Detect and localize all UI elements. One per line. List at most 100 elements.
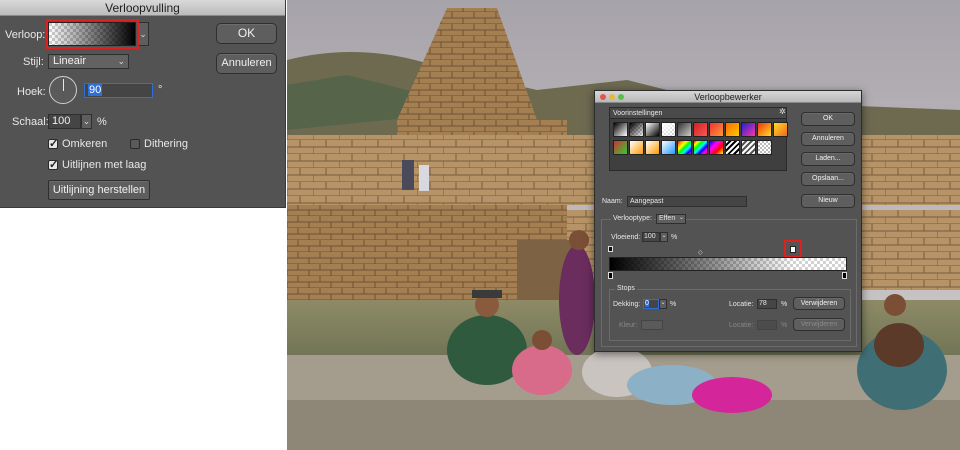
location-value: 78 — [759, 300, 767, 307]
chevron-down-icon: ⌄ — [678, 215, 684, 221]
presets-panel: Voorinstellingen — [609, 107, 788, 171]
angle-value: 90 — [88, 84, 103, 96]
midpoint-diamond-icon[interactable]: ◇ — [698, 249, 703, 256]
dither-label: Dithering — [144, 138, 189, 150]
gradient-bar[interactable] — [609, 257, 847, 271]
gradient-highlight-box — [46, 19, 139, 49]
opacity-unit: % — [670, 301, 677, 308]
color-location-unit: % — [781, 322, 788, 329]
preset-swatch[interactable] — [725, 140, 740, 155]
preset-swatch[interactable] — [725, 122, 740, 137]
location-input[interactable]: 78 — [757, 299, 777, 309]
location-label: Locatie: — [729, 301, 754, 308]
reverse-checkbox[interactable] — [48, 137, 58, 150]
color-location-label: Locatie: — [729, 322, 754, 329]
reset-alignment-button[interactable]: Uitlijning herstellen — [48, 180, 150, 200]
preset-swatch[interactable] — [757, 140, 772, 155]
opacity-value: 0 — [645, 300, 649, 307]
scale-input[interactable]: 100 — [48, 114, 81, 129]
align-label: Uitlijnen met laag — [62, 159, 147, 171]
editor-ok-button[interactable]: OK — [801, 112, 855, 126]
gradient-label: Verloop: — [5, 29, 46, 41]
preset-swatch[interactable] — [613, 140, 628, 155]
preset-swatch[interactable] — [741, 140, 756, 155]
ok-button[interactable]: OK — [216, 23, 277, 44]
gradient-editor-titlebar: Verloopbewerker — [595, 91, 861, 103]
zoom-window-icon[interactable] — [618, 94, 624, 100]
name-value: Aangepast — [630, 198, 664, 205]
scale-label: Schaal: — [12, 116, 49, 128]
preset-swatch[interactable] — [757, 122, 772, 137]
preset-swatch[interactable] — [629, 122, 644, 137]
name-label: Naam: — [602, 198, 623, 205]
preset-swatch[interactable] — [741, 122, 756, 137]
preset-swatch[interactable] — [645, 122, 660, 137]
preset-swatch[interactable] — [709, 140, 724, 155]
gradient-type-select[interactable]: Effen ⌄ — [656, 214, 686, 224]
preset-swatch[interactable] — [677, 140, 692, 155]
name-input[interactable]: Aangepast — [627, 196, 747, 207]
smoothness-input[interactable]: 100 — [642, 232, 660, 242]
opacity-stop-left[interactable] — [608, 246, 613, 252]
scale-dropdown-button[interactable]: ⌄ — [81, 114, 92, 129]
save-button[interactable]: Opslaan... — [801, 172, 855, 186]
gradient-type-label: Verlooptype: — [611, 215, 654, 222]
chevron-down-icon: ⌄ — [661, 233, 667, 239]
color-stop-left[interactable] — [608, 272, 613, 279]
angle-dial[interactable] — [49, 76, 77, 104]
gradient-fill-dialog: Verloopvulling Verloop: ⌄ OK Annuleren S… — [0, 0, 286, 208]
color-stop-right[interactable] — [842, 272, 847, 279]
smoothness-value: 100 — [644, 233, 656, 240]
degree-unit: ° — [158, 84, 163, 96]
angle-dial-needle — [63, 79, 64, 91]
angle-input[interactable]: 90 — [84, 83, 153, 98]
dither-checkbox[interactable] — [130, 139, 140, 149]
color-label: Kleur: — [619, 322, 638, 329]
scale-unit: % — [97, 116, 107, 128]
cancel-button[interactable]: Annuleren — [216, 53, 277, 74]
location-unit: % — [781, 301, 788, 308]
align-checkbox[interactable] — [48, 158, 58, 171]
preset-swatch[interactable] — [693, 122, 708, 137]
color-location-input-disabled — [757, 320, 777, 330]
angle-label: Hoek: — [17, 86, 46, 98]
style-label: Stijl: — [23, 56, 44, 68]
gradient-type-value: Effen — [659, 215, 676, 222]
preset-swatch[interactable] — [629, 140, 644, 155]
gradient-fill-title: Verloopvulling — [0, 0, 285, 16]
preset-swatch[interactable] — [661, 122, 676, 137]
load-button[interactable]: Laden... — [801, 152, 855, 166]
stops-title: Stops — [615, 285, 637, 292]
gradient-editor-title: Verloopbewerker — [694, 92, 762, 102]
preset-swatch[interactable] — [677, 122, 692, 137]
minimize-window-icon[interactable] — [609, 94, 615, 100]
new-button[interactable]: Nieuw — [801, 194, 855, 208]
delete-opacity-stop-button[interactable]: Verwijderen — [793, 297, 845, 310]
smoothness-label: Vloeiend: — [611, 234, 641, 241]
opacity-input[interactable]: 0 — [643, 299, 659, 309]
preset-swatch[interactable] — [693, 140, 708, 155]
editor-cancel-button[interactable]: Annuleren — [801, 132, 855, 146]
style-value: Lineair — [53, 55, 87, 67]
chevron-down-icon: ⌄ — [660, 300, 666, 306]
chevron-down-icon: ⌄ — [117, 56, 125, 66]
presets-header: Voorinstellingen — [610, 108, 786, 119]
gear-icon[interactable]: ✲ — [779, 107, 786, 116]
chevron-down-icon: ⌄ — [139, 29, 147, 39]
chevron-down-icon: ⌄ — [82, 116, 91, 126]
preset-swatch[interactable] — [709, 122, 724, 137]
preset-swatch[interactable] — [645, 140, 660, 155]
opacity-dropdown-button[interactable]: ⌄ — [659, 299, 667, 309]
close-window-icon[interactable] — [600, 94, 606, 100]
style-select[interactable]: Lineair ⌄ — [48, 54, 129, 69]
preset-swatch[interactable] — [773, 122, 788, 137]
preset-swatch[interactable] — [661, 140, 676, 155]
gradient-editor-dialog: Verloopbewerker Voorinstellingen ✲ OK An… — [594, 90, 862, 352]
reverse-label: Omkeren — [62, 138, 108, 150]
scale-value: 100 — [52, 115, 71, 127]
opacity-label: Dekking: — [613, 301, 641, 308]
delete-color-stop-button: Verwijderen — [793, 318, 845, 331]
smoothness-dropdown-button[interactable]: ⌄ — [660, 232, 668, 242]
preset-swatch[interactable] — [613, 122, 628, 137]
color-swatch-disabled — [641, 320, 663, 330]
